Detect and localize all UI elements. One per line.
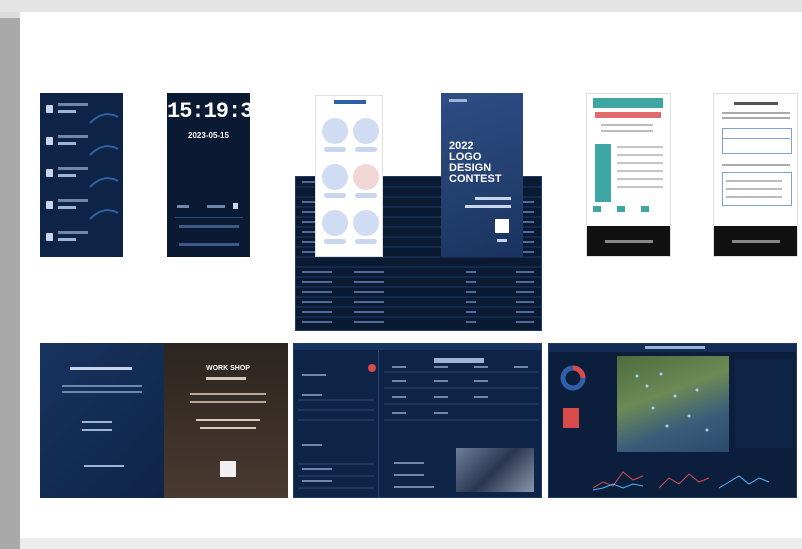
pin-icon	[46, 201, 53, 209]
top-border	[0, 0, 802, 12]
screenshot-frame: 15:19:35 2023-05-15	[0, 0, 802, 549]
qr-code-icon	[495, 219, 509, 233]
heart-icon	[322, 164, 348, 190]
event-flyer-thumbnail[interactable]	[586, 93, 671, 257]
line-charts	[592, 471, 770, 491]
poster-title-line: CONTEST	[449, 173, 502, 185]
kiosk-list-thumbnail[interactable]	[40, 93, 123, 257]
user-icon	[322, 118, 348, 144]
clock-time: 15:19:35	[167, 99, 250, 124]
donut-chart	[560, 365, 586, 391]
qr-code-icon	[220, 461, 236, 477]
info-dashboard-thumbnail[interactable]	[293, 343, 542, 498]
poster-title: 2022 LOGO DESIGN CONTEST	[449, 141, 523, 185]
contest-poster-thumbnail[interactable]: 2022 LOGO DESIGN CONTEST	[441, 93, 523, 257]
left-border	[0, 18, 20, 549]
decorative-wave-icon	[89, 113, 119, 220]
app-menu-thumbnail[interactable]	[315, 95, 383, 257]
workshop-banner-thumbnail[interactable]: WORK SHOP	[40, 343, 288, 498]
document-thumbnail[interactable]	[713, 93, 798, 257]
hand-icon	[322, 210, 348, 236]
people-icon	[353, 164, 379, 190]
pin-icon	[46, 169, 53, 177]
photo-thumbnail	[456, 448, 534, 492]
phone-icon	[353, 210, 379, 236]
map-markers	[635, 372, 709, 432]
users-icon	[353, 118, 379, 144]
clock-thumbnail[interactable]: 15:19:35 2023-05-15	[167, 93, 250, 257]
poster-title-line: LOGO DESIGN	[449, 151, 492, 174]
bottom-border	[20, 538, 802, 549]
pin-icon	[46, 105, 53, 113]
workshop-title: WORK SHOP	[206, 365, 250, 372]
map-dashboard-thumbnail[interactable]	[548, 343, 797, 498]
pin-icon	[46, 137, 53, 145]
region-map-icon	[563, 408, 579, 428]
clock-date: 2023-05-15	[188, 131, 229, 140]
pin-icon	[46, 233, 53, 241]
